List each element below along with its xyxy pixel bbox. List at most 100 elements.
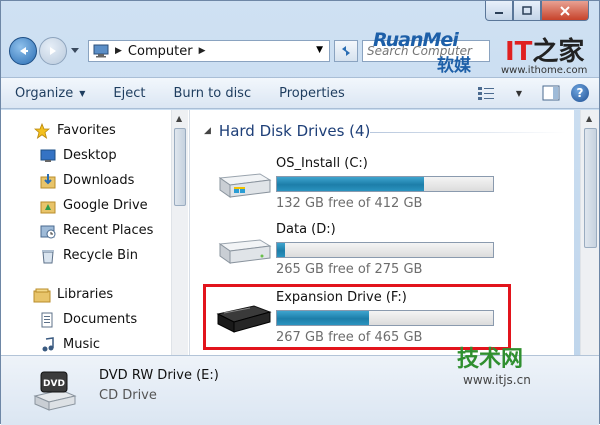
back-arrow-icon	[20, 47, 28, 55]
window-controls	[485, 1, 589, 21]
navigation-pane: Favorites Desktop Downloads Google Drive…	[1, 110, 189, 355]
recent-places-icon	[39, 223, 57, 239]
nav-item-documents[interactable]: Documents	[1, 307, 189, 332]
itjs-url: www.itjs.cn	[463, 373, 531, 387]
ithome-logo-cn: 之家	[532, 37, 585, 67]
nav-item-label: Music	[63, 337, 100, 352]
address-row: ▶ Computer ▶ ▼	[9, 37, 591, 65]
google-drive-icon	[39, 198, 57, 214]
address-dropdown-icon[interactable]: ▼	[316, 45, 323, 55]
drive-item-c[interactable]: OS_Install (C:) 132 GB free of 412 GB	[190, 150, 575, 216]
drive-usage-fill	[277, 177, 424, 191]
address-bar[interactable]: ▶ Computer ▶ ▼	[88, 40, 330, 62]
close-icon	[560, 5, 570, 16]
group-title: Hard Disk Drives (4)	[218, 122, 371, 140]
ruanmei-cn-watermark: 软媒	[437, 56, 471, 76]
maximize-button[interactable]	[513, 1, 541, 21]
title-bar	[1, 1, 599, 33]
nav-item-recent-places[interactable]: Recent Places	[1, 218, 189, 243]
nav-libraries-label: Libraries	[57, 287, 114, 302]
content-pane: ◢ Hard Disk Drives (4) OS_Install (C:) 1…	[189, 110, 574, 355]
itjs-logo: 技术网	[457, 347, 524, 372]
nav-gap	[1, 268, 189, 282]
drive-name: OS_Install (C:)	[276, 156, 368, 171]
breadcrumb-computer[interactable]: Computer	[128, 44, 193, 59]
collapse-group-icon[interactable]: ◢	[204, 126, 211, 136]
help-icon: ?	[576, 86, 584, 100]
nav-scroll-thumb[interactable]	[174, 128, 186, 206]
minimize-button[interactable]	[485, 1, 513, 21]
properties-button[interactable]: Properties	[265, 78, 359, 108]
explorer-window: ▶ Computer ▶ ▼ RuanMei 软媒 IT之家 www.ithom…	[0, 0, 600, 425]
ithome-url: www.ithome.com	[501, 65, 588, 76]
close-button[interactable]	[541, 1, 589, 21]
chevron-down-icon: ▼	[515, 88, 523, 98]
music-icon	[39, 336, 57, 353]
scroll-up-icon[interactable]: ▲	[586, 114, 592, 123]
nav-item-desktop[interactable]: Desktop	[1, 143, 189, 168]
back-button[interactable]	[9, 37, 37, 65]
nav-item-label: Recycle Bin	[63, 248, 138, 263]
desktop-icon	[39, 148, 57, 164]
drive-free-text: 265 GB free of 275 GB	[276, 262, 423, 277]
drive-usage-fill	[277, 243, 285, 257]
breadcrumb-separator-icon[interactable]: ▶	[115, 46, 122, 56]
burn-button[interactable]: Burn to disc	[159, 78, 265, 108]
nav-item-label: Recent Places	[63, 223, 154, 238]
ithome-logo: IT之家	[505, 31, 584, 68]
nav-item-label: Downloads	[63, 173, 135, 188]
content-scroll-thumb[interactable]	[584, 128, 597, 248]
dvd-icon-label: DVD	[43, 379, 65, 389]
toolbar-right: ▼ ?	[475, 82, 589, 104]
ithome-logo-it: IT	[505, 37, 533, 67]
nav-item-downloads[interactable]: Downloads	[1, 168, 189, 193]
eject-button[interactable]: Eject	[99, 78, 159, 108]
maximize-icon	[522, 5, 532, 15]
nav-item-label: Desktop	[63, 148, 117, 163]
refresh-icon	[342, 46, 350, 56]
forward-button[interactable]	[39, 37, 67, 65]
properties-label: Properties	[279, 85, 345, 101]
nav-item-label: Documents	[63, 312, 138, 327]
view-list-icon	[478, 87, 494, 100]
documents-icon	[39, 312, 57, 328]
change-view-button[interactable]	[475, 82, 499, 104]
command-bar: Organize ▼ Eject Burn to disc Properties …	[1, 77, 599, 109]
nav-libraries[interactable]: Libraries	[1, 282, 189, 307]
drive-item-d[interactable]: Data (D:) 265 GB free of 275 GB	[190, 216, 575, 282]
nav-favorites-label: Favorites	[57, 123, 116, 138]
organize-button[interactable]: Organize ▼	[1, 78, 99, 108]
help-button[interactable]: ?	[571, 84, 589, 102]
group-header[interactable]: ◢ Hard Disk Drives (4)	[204, 122, 370, 140]
nav-item-music[interactable]: Music	[1, 332, 189, 355]
drive-free-text: 132 GB free of 412 GB	[276, 196, 423, 211]
nav-item-recycle-bin[interactable]: Recycle Bin	[1, 243, 189, 268]
preview-pane-icon	[542, 85, 560, 101]
nav-item-google-drive[interactable]: Google Drive	[1, 193, 189, 218]
libraries-icon	[33, 287, 51, 303]
nav-item-label: Google Drive	[63, 198, 148, 213]
hard-drive-icon	[218, 173, 272, 198]
recent-pages-dropdown[interactable]	[68, 44, 82, 58]
content-scrollbar[interactable]: ▲	[580, 110, 599, 355]
nav-scrollbar[interactable]: ▲	[171, 110, 188, 355]
drive-usage-bar	[276, 242, 494, 258]
burn-label: Burn to disc	[173, 85, 252, 101]
details-name: DVD RW Drive (E:)	[99, 368, 219, 383]
chevron-down-icon: ▼	[79, 88, 86, 98]
downloads-icon	[39, 173, 57, 189]
preview-pane-button[interactable]	[539, 82, 563, 104]
nav-favorites[interactable]: Favorites	[1, 118, 189, 143]
forward-arrow-icon	[50, 47, 56, 55]
scroll-up-icon[interactable]: ▲	[176, 114, 182, 123]
group-divider	[370, 132, 566, 133]
refresh-button[interactable]	[334, 40, 358, 62]
details-type: CD Drive	[99, 388, 157, 403]
organize-label: Organize	[15, 85, 74, 101]
view-dropdown[interactable]: ▼	[507, 82, 531, 104]
star-icon	[33, 122, 51, 139]
eject-label: Eject	[113, 85, 146, 101]
breadcrumb-separator-icon[interactable]: ▶	[199, 46, 206, 56]
dvd-drive-icon: DVD	[33, 371, 77, 411]
recycle-bin-icon	[39, 248, 57, 264]
